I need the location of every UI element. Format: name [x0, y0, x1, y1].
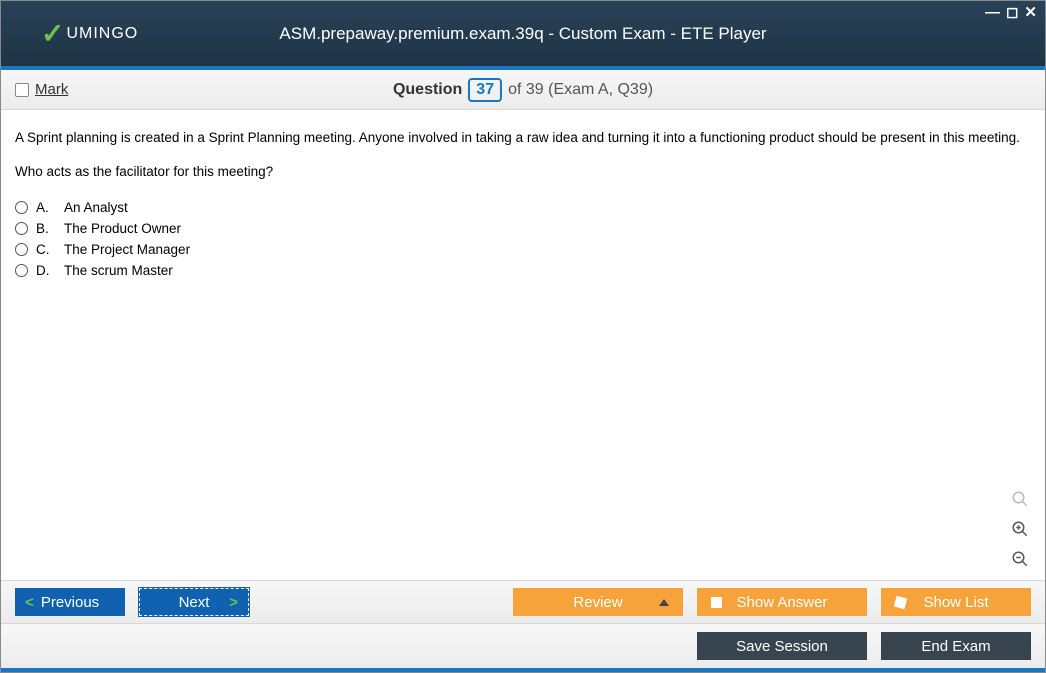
review-button[interactable]: Review [513, 588, 683, 616]
close-icon[interactable]: ✕ [1024, 5, 1037, 20]
search-icon[interactable] [1009, 488, 1031, 510]
mark-checkbox[interactable] [15, 83, 29, 97]
question-total: of 39 (Exam A, Q39) [508, 81, 653, 99]
logo: ✓ UMINGO [41, 17, 138, 50]
radio-icon[interactable] [15, 222, 28, 235]
option-letter: C. [36, 242, 56, 257]
footer-accent [1, 668, 1045, 672]
square-icon [711, 597, 722, 608]
radio-icon[interactable] [15, 243, 28, 256]
next-button[interactable]: Next > [139, 588, 249, 616]
option-row[interactable]: C. The Project Manager [15, 239, 1031, 260]
show-list-button[interactable]: Show List [881, 588, 1031, 616]
question-content: A Sprint planning is created in a Sprint… [1, 110, 1045, 580]
options-list: A. An Analyst B. The Product Owner C. Th… [15, 197, 1031, 281]
option-text: An Analyst [64, 200, 128, 215]
zoom-tools [1009, 488, 1031, 570]
review-label: Review [573, 594, 622, 611]
save-session-label: Save Session [736, 638, 828, 655]
minimize-icon[interactable]: — [985, 5, 1000, 20]
end-exam-label: End Exam [921, 638, 990, 655]
window-title: ASM.prepaway.premium.exam.39q - Custom E… [279, 24, 766, 44]
option-text: The Product Owner [64, 221, 181, 236]
window-controls: — ◻ ✕ [985, 5, 1037, 20]
option-row[interactable]: D. The scrum Master [15, 260, 1031, 281]
previous-label: Previous [41, 594, 99, 611]
show-answer-label: Show Answer [737, 594, 828, 611]
question-paragraph: A Sprint planning is created in a Sprint… [15, 128, 1031, 148]
triangle-up-icon [659, 599, 669, 606]
chevron-left-icon: < [25, 594, 34, 611]
zoom-out-icon[interactable] [1009, 548, 1031, 570]
save-session-button[interactable]: Save Session [697, 632, 867, 660]
chevron-right-icon: > [229, 594, 238, 611]
radio-icon[interactable] [15, 264, 28, 277]
question-number: 37 [468, 78, 502, 102]
next-label: Next [179, 594, 210, 611]
mark-label: Mark [35, 81, 68, 98]
maximize-icon[interactable]: ◻ [1006, 5, 1018, 20]
option-row[interactable]: B. The Product Owner [15, 218, 1031, 239]
mark-control[interactable]: Mark [15, 81, 68, 98]
option-letter: B. [36, 221, 56, 236]
option-text: The scrum Master [64, 263, 173, 278]
zoom-in-icon[interactable] [1009, 518, 1031, 540]
logo-text: UMINGO [66, 25, 138, 43]
question-header: Mark Question 37 of 39 (Exam A, Q39) [1, 70, 1045, 110]
option-letter: A. [36, 200, 56, 215]
app-window: ✓ UMINGO ASM.prepaway.premium.exam.39q -… [0, 0, 1046, 673]
radio-icon[interactable] [15, 201, 28, 214]
titlebar: ✓ UMINGO ASM.prepaway.premium.exam.39q -… [1, 1, 1045, 66]
previous-button[interactable]: < Previous [15, 588, 125, 616]
option-row[interactable]: A. An Analyst [15, 197, 1031, 218]
show-list-label: Show List [923, 594, 988, 611]
show-answer-button[interactable]: Show Answer [697, 588, 867, 616]
question-paragraph: Who acts as the facilitator for this mee… [15, 162, 1031, 182]
bottom-bar: Save Session End Exam [1, 624, 1045, 668]
option-letter: D. [36, 263, 56, 278]
question-text: A Sprint planning is created in a Sprint… [15, 128, 1031, 183]
note-icon [894, 595, 907, 608]
end-exam-button[interactable]: End Exam [881, 632, 1031, 660]
logo-check-icon: ✓ [41, 17, 64, 50]
nav-bar: < Previous Next > Review Show Answer Sho… [1, 580, 1045, 624]
option-text: The Project Manager [64, 242, 190, 257]
question-counter: Question 37 of 39 (Exam A, Q39) [393, 78, 653, 102]
question-label: Question [393, 81, 462, 99]
